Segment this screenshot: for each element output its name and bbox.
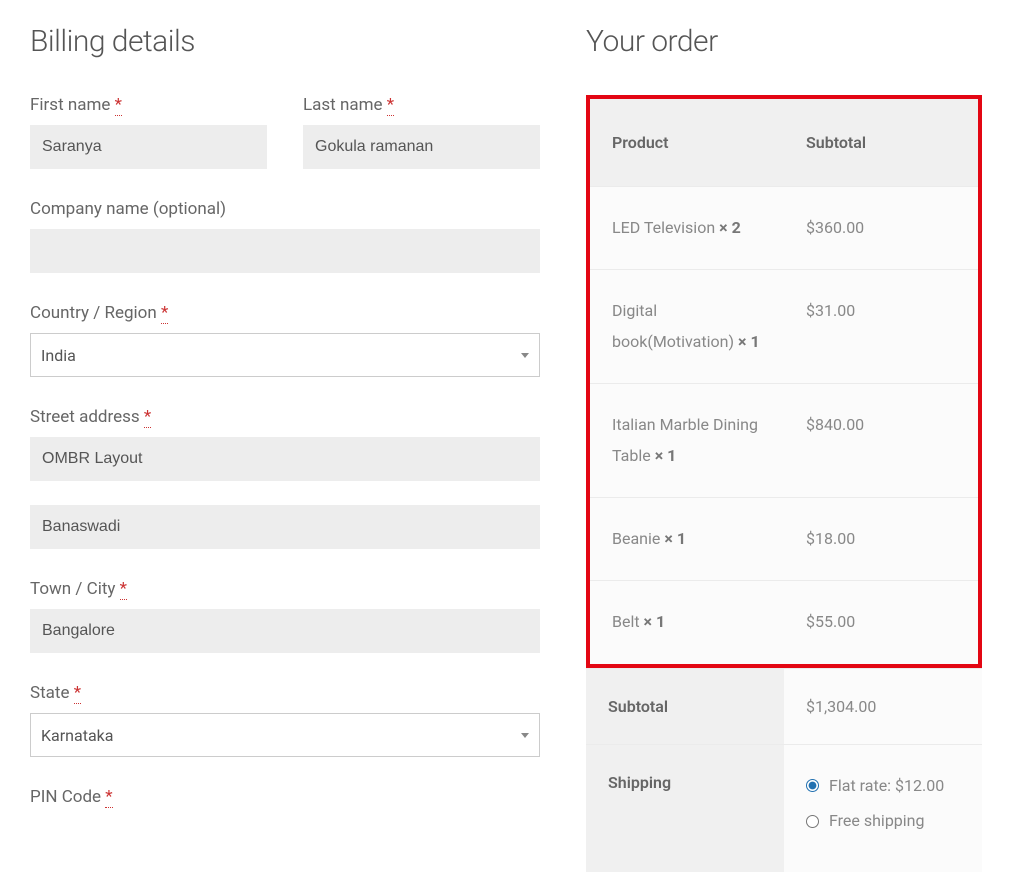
company-input[interactable] bbox=[30, 229, 540, 273]
order-items-table: Product Subtotal LED Television × 2$360.… bbox=[590, 99, 978, 664]
order-item-price: $18.00 bbox=[784, 497, 978, 580]
shipping-label: Shipping bbox=[586, 744, 784, 872]
city-label: Town / City * bbox=[30, 579, 540, 599]
country-label: Country / Region * bbox=[30, 303, 540, 323]
state-select-value: Karnataka bbox=[41, 726, 113, 745]
first-name-label-text: First name bbox=[30, 95, 110, 115]
state-label: State * bbox=[30, 683, 540, 703]
order-item-qty: × 2 bbox=[719, 218, 741, 237]
first-name-label: First name * bbox=[30, 95, 267, 115]
order-item-name: Beanie × 1 bbox=[590, 497, 784, 580]
order-row: Beanie × 1$18.00 bbox=[590, 497, 978, 580]
order-item-qty: × 1 bbox=[655, 446, 677, 465]
pin-label: PIN Code * bbox=[30, 787, 540, 807]
last-name-input[interactable] bbox=[303, 125, 540, 169]
order-item-name: Italian Marble Dining Table × 1 bbox=[590, 384, 784, 498]
shipping-option-label: Flat rate: $12.00 bbox=[829, 773, 944, 799]
street2-input[interactable] bbox=[30, 505, 540, 549]
required-marker: * bbox=[120, 579, 127, 600]
street-label: Street address * bbox=[30, 407, 540, 427]
pin-label-text: PIN Code bbox=[30, 787, 101, 807]
shipping-radio[interactable] bbox=[806, 779, 819, 792]
first-name-input[interactable] bbox=[30, 125, 267, 169]
required-marker: * bbox=[144, 407, 151, 428]
shipping-radio[interactable] bbox=[806, 815, 819, 828]
street1-input[interactable] bbox=[30, 437, 540, 481]
required-marker: * bbox=[387, 95, 394, 116]
country-label-text: Country / Region bbox=[30, 303, 157, 323]
required-marker: * bbox=[115, 95, 122, 116]
order-title: Your order bbox=[586, 24, 982, 59]
subtotal-value: $1,304.00 bbox=[784, 668, 982, 744]
last-name-label: Last name * bbox=[303, 95, 540, 115]
country-select-value: India bbox=[41, 346, 76, 365]
order-col-subtotal: Subtotal bbox=[784, 99, 978, 187]
state-select[interactable]: Karnataka bbox=[30, 713, 540, 757]
shipping-option: Flat rate: $12.00 bbox=[806, 773, 960, 799]
company-label: Company name (optional) bbox=[30, 199, 540, 219]
state-label-text: State bbox=[30, 683, 69, 703]
chevron-down-icon bbox=[521, 733, 529, 738]
last-name-label-text: Last name bbox=[303, 95, 383, 115]
chevron-down-icon bbox=[521, 353, 529, 358]
subtotal-label: Subtotal bbox=[586, 668, 784, 744]
order-row: Digital book(Motivation) × 1$31.00 bbox=[590, 270, 978, 384]
order-item-price: $55.00 bbox=[784, 581, 978, 664]
order-item-price: $840.00 bbox=[784, 384, 978, 498]
order-item-price: $360.00 bbox=[784, 187, 978, 270]
order-item-qty: × 1 bbox=[644, 612, 666, 631]
order-col-product: Product bbox=[590, 99, 784, 187]
city-input[interactable] bbox=[30, 609, 540, 653]
billing-title: Billing details bbox=[30, 24, 540, 59]
required-marker: * bbox=[105, 787, 112, 808]
shipping-option: Free shipping bbox=[806, 808, 960, 834]
order-item-qty: × 1 bbox=[738, 332, 760, 351]
shipping-option-label: Free shipping bbox=[829, 808, 925, 834]
order-item-name: Digital book(Motivation) × 1 bbox=[590, 270, 784, 384]
required-marker: * bbox=[161, 303, 168, 324]
order-row: Belt × 1$55.00 bbox=[590, 581, 978, 664]
city-label-text: Town / City bbox=[30, 579, 115, 599]
required-marker: * bbox=[74, 683, 81, 704]
order-row: LED Television × 2$360.00 bbox=[590, 187, 978, 270]
order-item-name: Belt × 1 bbox=[590, 581, 784, 664]
street-label-text: Street address bbox=[30, 407, 140, 427]
order-row: Italian Marble Dining Table × 1$840.00 bbox=[590, 384, 978, 498]
country-select[interactable]: India bbox=[30, 333, 540, 377]
order-summary-table: Subtotal $1,304.00 Shipping Flat rate: $… bbox=[586, 668, 982, 872]
order-item-price: $31.00 bbox=[784, 270, 978, 384]
order-item-qty: × 1 bbox=[664, 529, 686, 548]
order-item-name: LED Television × 2 bbox=[590, 187, 784, 270]
